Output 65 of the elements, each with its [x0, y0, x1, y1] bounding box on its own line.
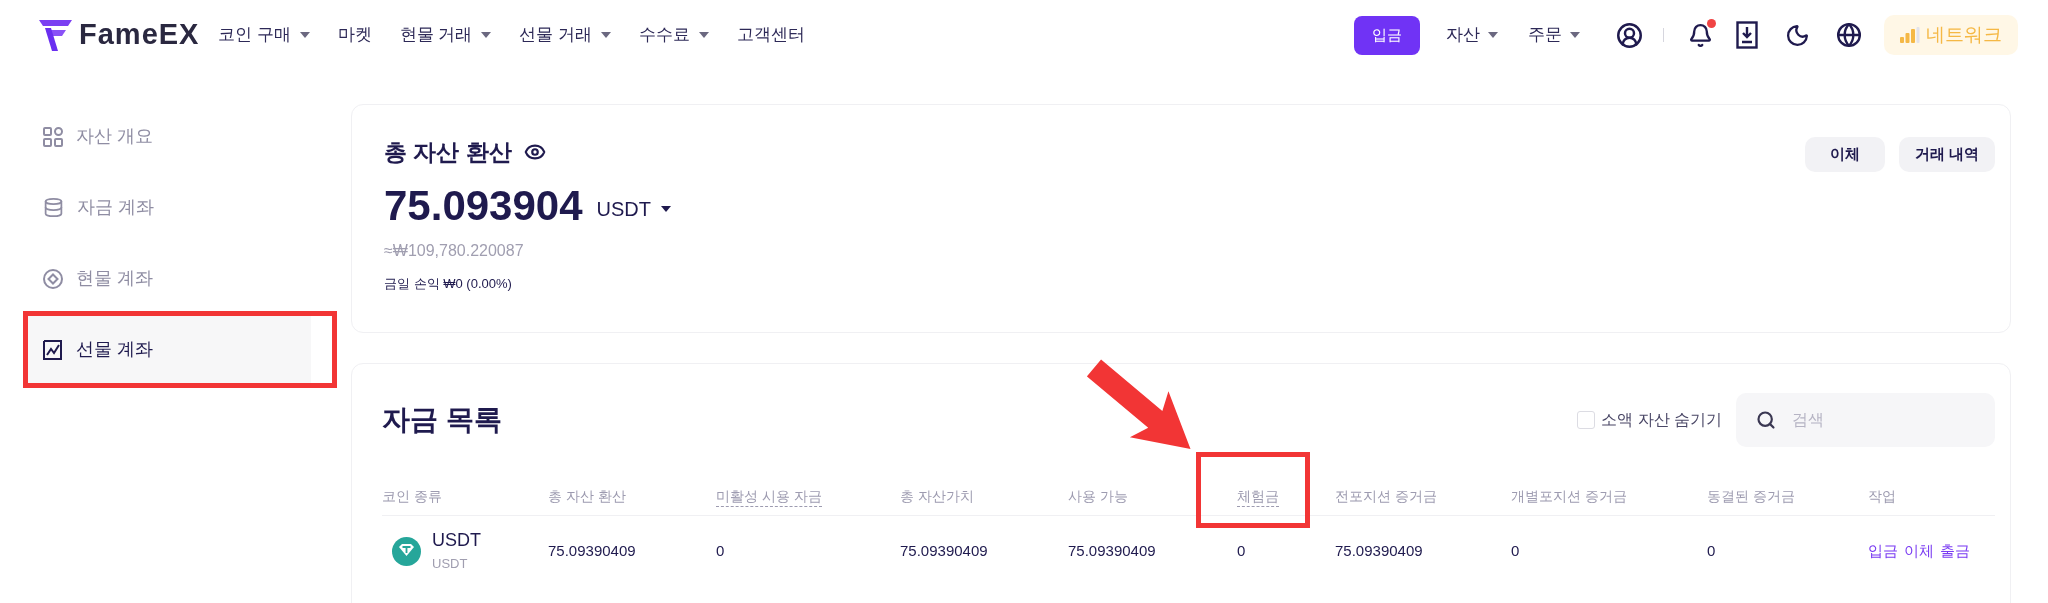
caret-icon: [481, 32, 492, 38]
dark-mode-icon[interactable]: [1785, 22, 1810, 48]
notification-icon[interactable]: [1688, 22, 1713, 48]
chart-icon: [43, 339, 63, 360]
table-cell: 75.09390409: [1335, 541, 1423, 559]
column-header: 작업: [1868, 487, 1896, 504]
nav-link[interactable]: 코인 구매: [218, 22, 310, 48]
menu-dropdown[interactable]: 주문: [1528, 22, 1580, 48]
grid-icon: [43, 126, 63, 147]
column-header: 동결된 증거금: [1707, 487, 1795, 504]
summary-title: 총 자산 환산: [384, 138, 512, 167]
deposit-button[interactable]: 입금: [1354, 15, 1420, 55]
action-link[interactable]: 출금: [1940, 539, 1970, 563]
nav-link[interactable]: 선물 거래: [519, 22, 612, 48]
column-header: 미활성 시용 자금: [716, 487, 822, 507]
nav-link[interactable]: 고객센터: [737, 22, 806, 48]
table-cell: 0: [1511, 541, 1520, 559]
caret-icon: [661, 206, 671, 212]
currency-dropdown[interactable]: USDT: [596, 194, 671, 224]
daily-pnl: 금일 손익 ₩0 (0.00%): [384, 275, 513, 293]
column-header: 총 자산가치: [900, 487, 974, 504]
table-cell: 0: [1707, 541, 1716, 559]
coin-name: USDT: [432, 529, 481, 551]
action-link[interactable]: 입금: [1868, 539, 1898, 563]
table-cell: 0: [716, 541, 725, 559]
coin-subname: USDT: [432, 555, 469, 573]
column-header: 코인 종류: [382, 487, 442, 504]
caret-icon: [601, 32, 612, 38]
signal-icon: [1900, 27, 1920, 43]
action-link[interactable]: 이체: [1904, 539, 1934, 563]
caret-icon: [1488, 32, 1498, 38]
table-cell: 75.09390409: [548, 541, 636, 559]
user-icon[interactable]: [1616, 21, 1643, 49]
table-cell: 75.09390409: [1068, 541, 1156, 559]
language-icon[interactable]: [1836, 22, 1862, 48]
action-button[interactable]: 거래 내역: [1898, 137, 1995, 172]
column-header: 체험금: [1237, 487, 1279, 507]
approx-value: ≈₩109,780.220087: [384, 241, 525, 261]
column-header: 전포지션 증거금: [1335, 487, 1437, 504]
column-header: 총 자산 환산: [548, 487, 626, 504]
table-cell: 0: [1237, 541, 1246, 559]
caret-icon: [699, 32, 710, 38]
menu-dropdown[interactable]: 자산: [1446, 22, 1498, 48]
nav-link[interactable]: 마켓: [337, 22, 372, 48]
nav-link[interactable]: 수수료: [639, 22, 710, 48]
checkbox-label[interactable]: 소액 자산 숨기기: [1601, 408, 1722, 432]
diamond-circle-icon: [43, 268, 63, 289]
caret-icon: [299, 32, 310, 38]
funds-title: 자금 목록: [382, 403, 502, 437]
logo-text[interactable]: FameEX: [79, 13, 200, 57]
column-header: 개별포지션 증거금: [1511, 487, 1627, 504]
logo-icon[interactable]: [39, 19, 72, 51]
coin-icon: [392, 536, 421, 566]
column-header: 사용 가능: [1068, 487, 1128, 504]
sidebar-item[interactable]: 선물 계좌: [26, 315, 311, 384]
search-icon: [1756, 410, 1776, 430]
table-cell: 75.09390409: [900, 541, 988, 559]
search-field[interactable]: 검색: [1736, 393, 1995, 447]
database-icon: [43, 197, 64, 218]
total-amount: 75.093904: [384, 181, 583, 231]
caret-icon: [1570, 32, 1580, 38]
nav-link[interactable]: 현물 거래: [399, 22, 492, 48]
action-button[interactable]: 이체: [1804, 137, 1885, 172]
checkbox[interactable]: [1577, 411, 1596, 429]
download-icon[interactable]: [1736, 21, 1758, 49]
